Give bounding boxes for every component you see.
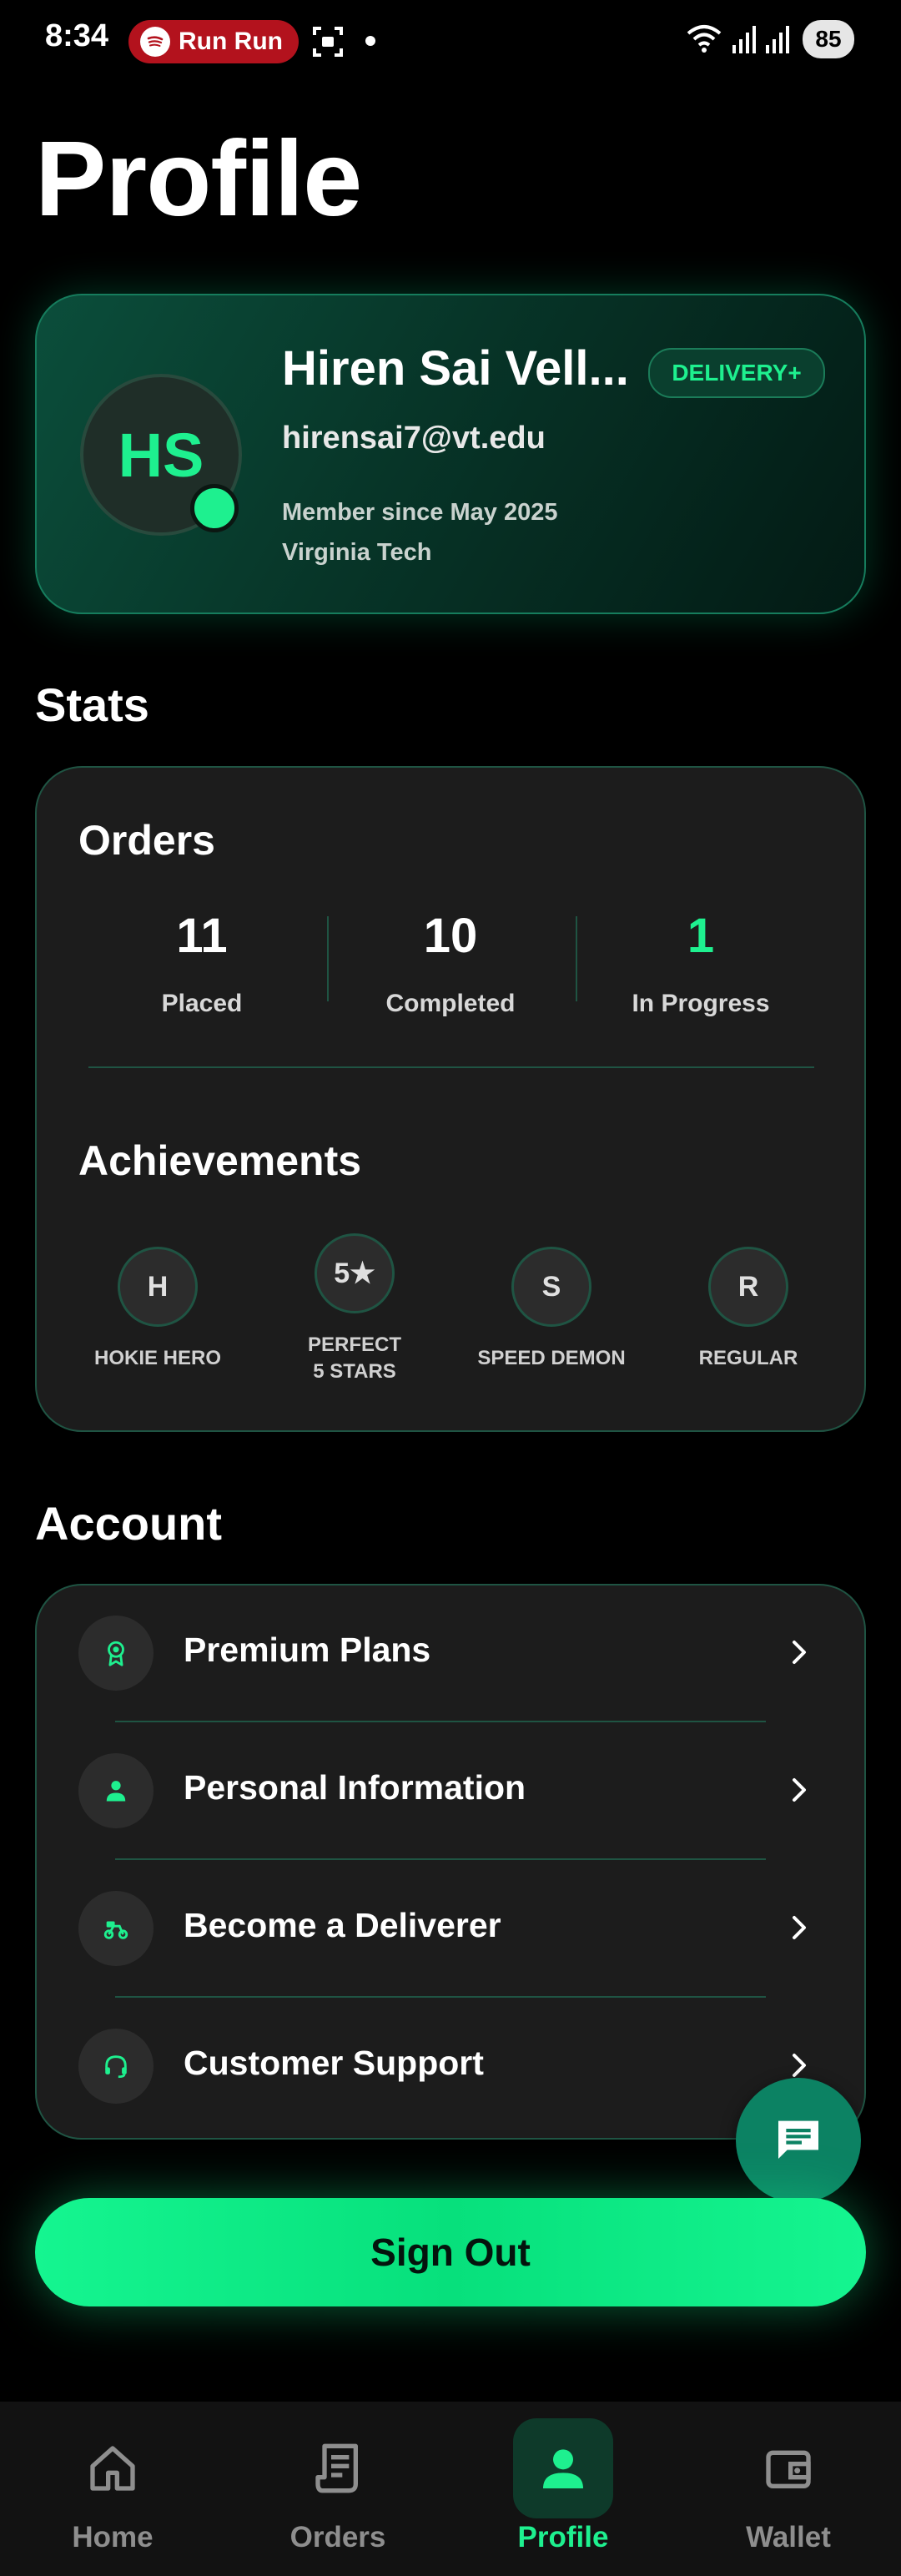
chat-fab-button[interactable] [736,2078,861,2203]
menu-item-label: Premium Plans [184,1631,431,1669]
receipt-icon [288,2418,388,2518]
stat-divider [576,916,577,1001]
user-name: Hiren Sai Vell... [282,341,629,396]
sign-out-button[interactable]: Sign Out [35,2198,866,2306]
stats-card: Orders 11 Placed 10 Completed 1 In Progr… [35,766,866,1432]
user-email: hirensai7@vt.edu [282,421,546,456]
chevron-right-icon [789,1636,811,1673]
achievement-label: PERFECT 5 STARS [307,1333,401,1383]
now-playing-pill[interactable]: Run Run [128,20,299,63]
menu-item-label: Personal Information [184,1768,526,1807]
achievement-label: SPEED DEMON [477,1347,626,1369]
home-icon [63,2418,163,2518]
signal-icon [764,25,791,58]
pill-label: Run Run [179,28,283,55]
person-icon [78,1753,154,1828]
award-icon [78,1616,154,1691]
account-card: Premium Plans Personal Information Becom… [35,1584,866,2140]
menu-item-become-a-deliverer[interactable]: Become a Deliverer [37,1861,864,1998]
signal-icon [731,25,758,58]
orders-heading: Orders [78,817,215,864]
menu-divider [115,1721,766,1722]
menu-item-premium-plans[interactable]: Premium Plans [37,1585,864,1722]
achievement-icon: R [708,1247,788,1327]
headset-icon [78,2029,154,2104]
achievement-regular[interactable]: R REGULAR [661,1247,836,1372]
achievement-icon: 5★ [315,1233,395,1313]
screenshot-icon [311,25,345,63]
account-section-title: Account [35,1497,222,1550]
menu-item-personal-information[interactable]: Personal Information [37,1723,864,1860]
membership-badge: DELIVERY+ [648,348,825,398]
orders-placed-value: 11 [176,909,228,963]
member-since: Member since May 2025 [282,499,558,526]
nav-orders[interactable]: Orders [225,2402,450,2576]
online-status-dot [190,484,239,532]
achievements-heading: Achievements [78,1137,362,1184]
status-time: 8:34 [45,18,109,53]
nav-label: Home [72,2521,154,2553]
person-icon [513,2418,613,2518]
school-name: Virginia Tech [282,539,432,566]
chevron-right-icon [789,1911,811,1948]
achievement-icon: H [118,1247,198,1327]
profile-card[interactable]: HS Hiren Sai Vell... DELIVERY+ hirensai7… [35,294,866,614]
scooter-icon [78,1891,154,1966]
stat-divider [327,916,329,1001]
nav-label: Profile [517,2521,609,2553]
chevron-right-icon [789,1773,811,1811]
bottom-navigation: Home Orders Profile Wallet [0,2402,901,2576]
achievement-label: HOKIE HERO [93,1347,221,1369]
menu-item-label: Customer Support [184,2044,484,2082]
battery-indicator: 85 [803,20,854,58]
achievement-label: REGULAR [698,1347,798,1369]
achievement-hokie-hero[interactable]: H HOKIE HERO [70,1247,245,1372]
menu-divider [115,1996,766,1998]
orders-in-progress-value: 1 [687,909,715,963]
section-divider [88,1066,814,1068]
stats-section-title: Stats [35,678,149,731]
chat-icon [772,2112,825,2170]
spotify-icon [140,27,170,57]
nav-home[interactable]: Home [0,2402,225,2576]
page-title: Profile [35,119,362,239]
nav-profile[interactable]: Profile [450,2402,676,2576]
orders-placed-label: Placed [161,990,243,1017]
notification-dot-icon [365,36,375,46]
wallet-icon [738,2418,838,2518]
achievement-speed-demon[interactable]: S SPEED DEMON [464,1247,639,1372]
wifi-icon [686,23,722,58]
orders-completed-label: Completed [385,990,516,1017]
nav-label: Wallet [746,2521,831,2553]
orders-completed-value: 10 [423,909,478,963]
achievement-perfect-5-stars[interactable]: 5★ PERFECT 5 STARS [267,1233,442,1385]
nav-label: Orders [289,2521,386,2553]
menu-item-label: Become a Deliverer [184,1906,501,1944]
achievement-icon: S [511,1247,591,1327]
orders-in-progress-label: In Progress [632,990,770,1017]
nav-wallet[interactable]: Wallet [676,2402,901,2576]
menu-divider [115,1858,766,1860]
